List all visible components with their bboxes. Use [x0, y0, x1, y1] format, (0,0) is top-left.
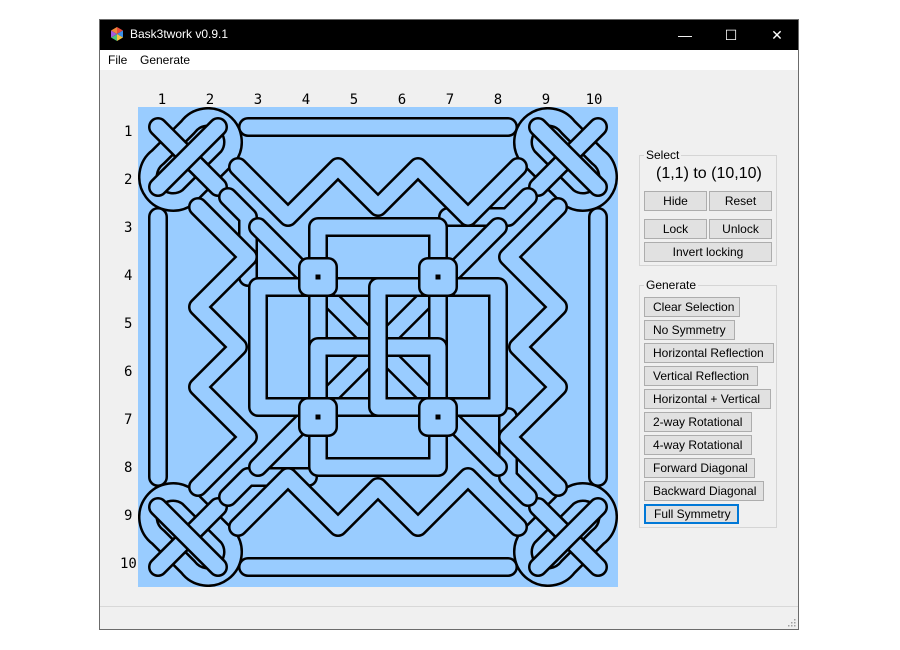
close-button[interactable]: ✕	[754, 20, 800, 50]
hide-button[interactable]: Hide	[644, 191, 707, 211]
column-label: 6	[397, 92, 407, 108]
window-title: Bask3twork v0.9.1	[130, 27, 229, 41]
generate-group-legend: Generate	[646, 278, 697, 292]
backward-diagonal-button[interactable]: Backward Diagonal	[644, 481, 764, 501]
vertical-reflection-button[interactable]: Vertical Reflection	[644, 366, 758, 386]
resize-grip-icon[interactable]	[786, 617, 796, 627]
reset-button[interactable]: Reset	[709, 191, 772, 211]
close-icon: ✕	[771, 26, 783, 43]
minimize-icon: —	[678, 27, 692, 43]
column-label: 2	[205, 92, 215, 108]
row-label: 7	[124, 412, 133, 428]
row-label: 10	[120, 556, 137, 572]
horizontal-vertical-button[interactable]: Horizontal + Vertical	[644, 389, 771, 409]
column-label: 4	[301, 92, 311, 108]
knot-strand	[190, 199, 256, 495]
selection-range-text: (1,1) to (10,10)	[656, 165, 762, 182]
row-label: 3	[124, 220, 133, 236]
no-symmetry-button[interactable]: No Symmetry	[644, 320, 735, 340]
horizontal-reflection-button[interactable]: Horizontal Reflection	[644, 343, 774, 363]
row-label: 9	[124, 508, 133, 524]
two-way-rotational-button[interactable]: 2-way Rotational	[644, 412, 752, 432]
maximize-icon: ☐	[724, 26, 738, 43]
row-label: 2	[124, 172, 133, 188]
knot-strand	[500, 199, 566, 495]
minimize-button[interactable]: —	[662, 20, 708, 50]
knot-grid[interactable]	[138, 107, 618, 587]
clear-selection-button[interactable]: Clear Selection	[644, 297, 740, 317]
unlock-button[interactable]: Unlock	[709, 219, 772, 239]
column-label: 7	[445, 92, 455, 108]
column-label: 3	[253, 92, 263, 108]
column-label: 8	[493, 92, 503, 108]
knot-strand	[230, 469, 526, 535]
row-label: 1	[124, 124, 133, 140]
status-bar	[100, 606, 798, 629]
column-label: 1	[157, 92, 167, 108]
invert-locking-button[interactable]: Invert locking	[644, 242, 772, 262]
lock-button[interactable]: Lock	[644, 219, 707, 239]
menu-generate[interactable]: Generate	[140, 53, 190, 67]
four-way-rotational-button[interactable]: 4-way Rotational	[644, 435, 752, 455]
forward-diagonal-button[interactable]: Forward Diagonal	[644, 458, 755, 478]
knot-strand	[230, 159, 526, 225]
title-bar[interactable]: Bask3twork v0.9.1 — ☐ ✕	[100, 20, 798, 50]
app-window: Bask3twork v0.9.1 — ☐ ✕ File Generate Se…	[99, 19, 799, 630]
row-label: 8	[124, 460, 133, 476]
column-label: 9	[541, 92, 551, 108]
celtic-knot-canvas[interactable]	[138, 107, 618, 587]
app-logo-icon	[111, 27, 123, 41]
select-group-legend: Select	[646, 148, 680, 162]
menu-file[interactable]: File	[108, 53, 127, 67]
menu-bar: File Generate	[100, 50, 798, 70]
full-symmetry-button[interactable]: Full Symmetry	[644, 504, 739, 524]
row-label: 4	[124, 268, 133, 284]
column-label: 5	[349, 92, 359, 108]
column-label: 10	[585, 92, 603, 108]
row-label: 5	[124, 316, 133, 332]
maximize-button[interactable]: ☐	[708, 20, 754, 50]
row-label: 6	[124, 364, 133, 380]
